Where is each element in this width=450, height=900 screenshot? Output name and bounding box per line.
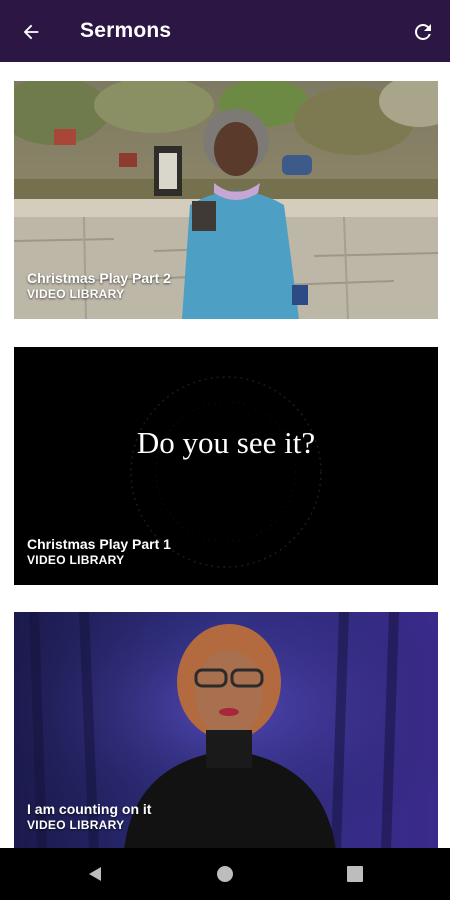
nav-recents-button[interactable] — [343, 862, 367, 886]
sermon-subtitle: VIDEO LIBRARY — [27, 287, 125, 301]
nav-back-button[interactable] — [83, 862, 107, 886]
sermon-card[interactable]: I am counting on it VIDEO LIBRARY — [14, 612, 438, 848]
card-caption: I am counting on it VIDEO LIBRARY — [27, 801, 151, 833]
page-title: Sermons — [80, 19, 172, 42]
sermon-card[interactable]: Do you see it? Christmas Play Part 1 VID… — [14, 347, 438, 585]
system-nav-bar — [0, 848, 450, 900]
arrow-left-icon — [23, 24, 39, 40]
square-recents-icon — [347, 866, 363, 882]
nav-home-button[interactable] — [213, 862, 237, 886]
triangle-back-icon — [89, 867, 101, 881]
app-bar: Sermons — [0, 0, 450, 62]
sermon-title: Christmas Play Part 1 — [27, 536, 171, 552]
sermon-card[interactable]: Christmas Play Part 2 VIDEO LIBRARY — [14, 81, 438, 319]
sermon-list[interactable]: Christmas Play Part 2 VIDEO LIBRARY Do y… — [0, 62, 450, 848]
refresh-button[interactable] — [406, 15, 440, 49]
card-caption: Christmas Play Part 1 VIDEO LIBRARY — [27, 536, 171, 568]
sermon-subtitle: VIDEO LIBRARY — [27, 818, 125, 832]
sermon-title: Christmas Play Part 2 — [27, 270, 171, 286]
sermon-title: I am counting on it — [27, 801, 152, 817]
circle-home-icon — [217, 866, 233, 882]
card-caption: Christmas Play Part 2 VIDEO LIBRARY — [27, 270, 171, 302]
sermon-subtitle: VIDEO LIBRARY — [27, 553, 125, 567]
refresh-icon — [415, 24, 431, 40]
video-overlay-text: Do you see it? — [136, 425, 316, 460]
back-button[interactable] — [14, 15, 48, 49]
